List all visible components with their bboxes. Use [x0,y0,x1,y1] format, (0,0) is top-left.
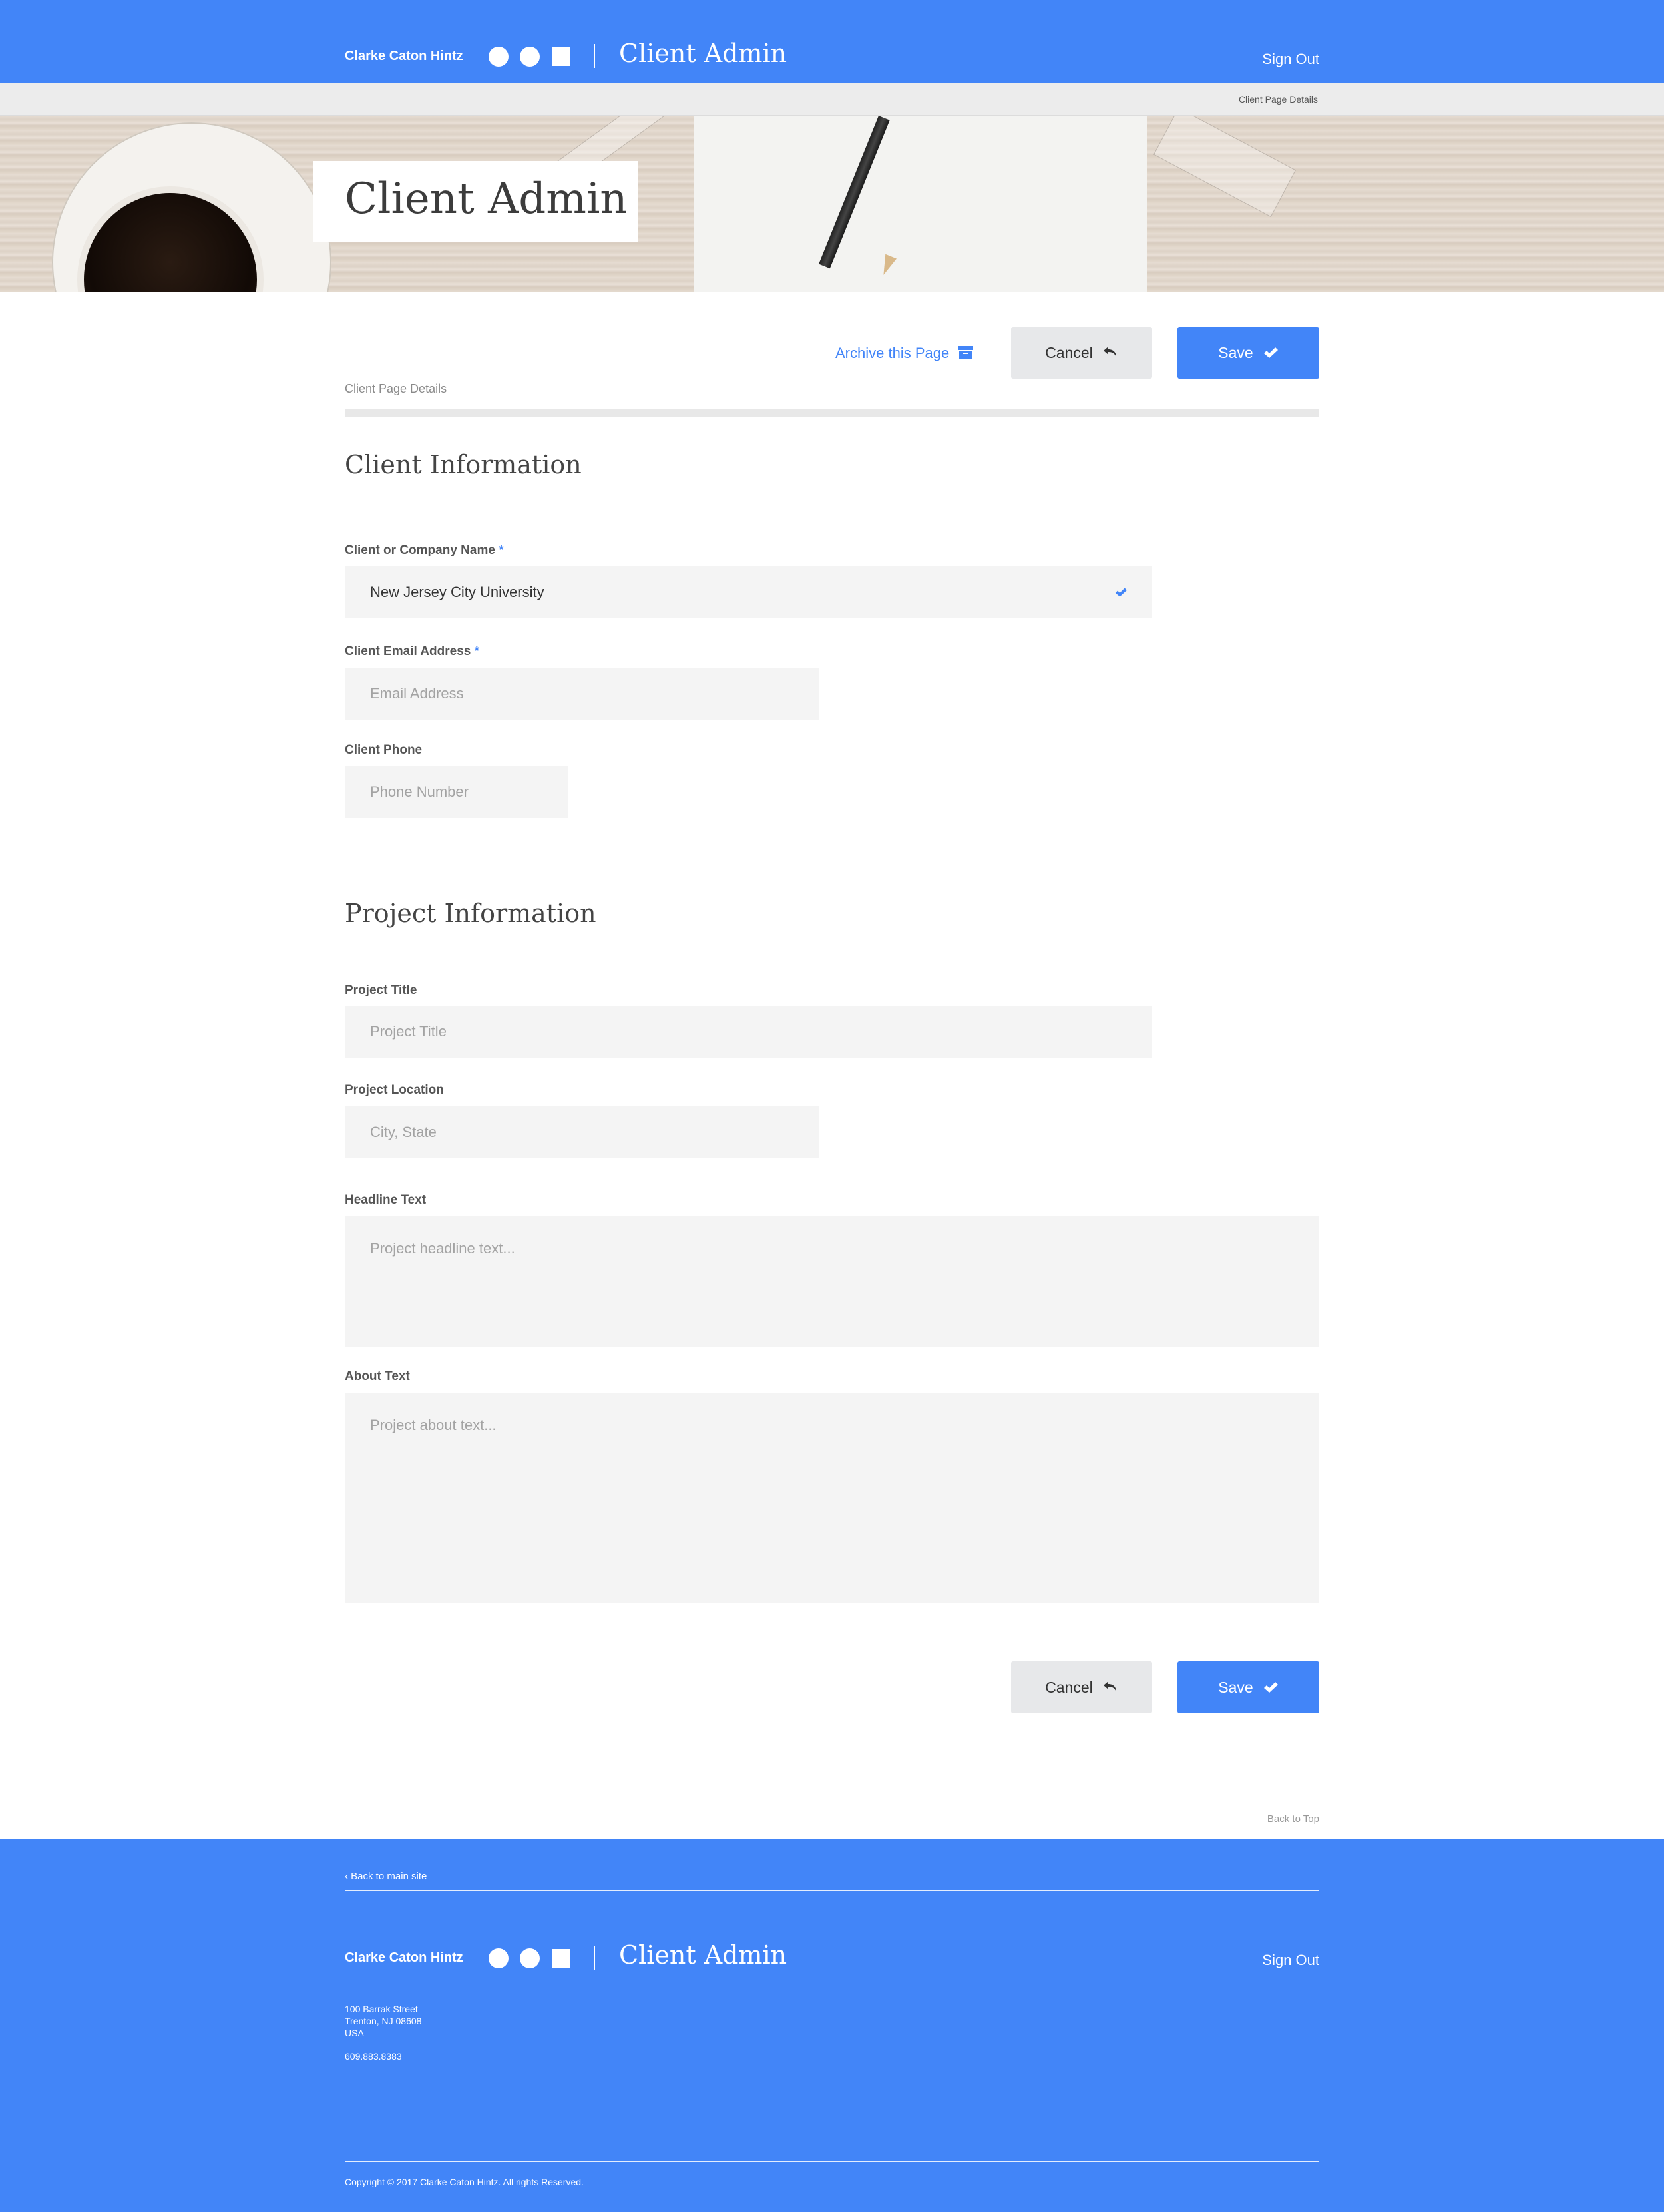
cancel-button[interactable]: Cancel [1011,327,1152,379]
logo-circle-icon [489,1948,509,1968]
phone-label: Client Phone [345,743,423,757]
hero-ruler-image [1153,116,1297,218]
footer-brand-name[interactable]: Clarke Caton Hintz [345,1950,463,1966]
about-text-area[interactable]: Project about text... [345,1393,1319,1603]
logo-square-icon [552,1949,570,1968]
headline-placeholder: Project headline text... [370,1240,515,1257]
brand-name[interactable]: Clarke Caton Hintz [345,49,463,64]
check-icon [1263,347,1278,358]
breadcrumb[interactable]: Client Page Details [1239,94,1318,105]
cancel-button-bottom[interactable]: Cancel [1011,1661,1152,1713]
email-placeholder: Email Address [370,685,464,702]
save-button-label: Save [1218,343,1253,361]
footer [0,1839,1664,2212]
valid-check-icon [1115,588,1127,597]
undo-icon [1103,1681,1116,1692]
project-location-placeholder: City, State [370,1124,437,1140]
company-name-value: New Jersey City University [370,584,544,600]
footer-logo-shapes[interactable] [489,1948,571,1970]
undo-icon [1103,347,1116,357]
logo-square-icon [552,47,570,66]
chevron-left-icon: ‹ [345,1871,351,1882]
copyright: Copyright © 2017 Clarke Caton Hintz. All… [345,2177,584,2187]
archive-icon[interactable] [958,346,973,359]
app-title: Client Admin [619,39,787,68]
page-title: Client Admin [345,174,628,224]
logo-shapes[interactable] [489,47,571,68]
phone-placeholder: Phone Number [370,783,469,800]
phone-field[interactable]: Phone Number [345,766,568,818]
project-title-placeholder: Project Title [370,1023,447,1040]
address-line: 100 Barrak Street [345,2004,418,2014]
project-title-field[interactable]: Project Title [345,1006,1152,1058]
footer-app-title: Client Admin [619,1940,787,1970]
headline-text-label: Headline Text [345,1193,427,1207]
back-to-top-link[interactable]: Back to Top [1267,1813,1319,1825]
section-divider [345,409,1319,417]
footer-sign-out-link[interactable]: Sign Out [1262,1952,1319,1969]
breadcrumb-bar: Client Page Details [0,83,1664,116]
check-icon [1263,1682,1278,1693]
footer-divider [345,2161,1319,2162]
address-line: USA [345,2028,364,2038]
hero-paper-image [694,116,1147,292]
save-button-label: Save [1218,1678,1253,1696]
headline-text-area[interactable]: Project headline text... [345,1216,1319,1347]
footer-divider [345,1890,1319,1891]
logo-circle-icon [520,1948,540,1968]
logo-circle-icon [520,47,540,67]
section-label: Client Page Details [345,382,447,395]
project-location-field[interactable]: City, State [345,1106,819,1158]
address-line: Trenton, NJ 08608 [345,2016,422,2026]
company-name-field[interactable]: New Jersey City University [345,566,1152,618]
client-info-heading: Client Information [345,450,582,479]
about-text-label: About Text [345,1369,410,1383]
email-label: Client Email Address * [345,644,480,658]
hero-banner [0,116,1664,292]
archive-page-link[interactable]: Archive this Page [835,345,949,362]
footer-title-separator [594,1946,595,1970]
email-field[interactable]: Email Address [345,668,819,720]
project-location-label: Project Location [345,1083,444,1097]
project-title-label: Project Title [345,983,417,997]
footer-phone[interactable]: 609.883.8383 [345,2050,402,2062]
back-to-main-site-link[interactable]: ‹ Back to main site [345,1871,427,1882]
title-separator [594,44,595,68]
save-button-bottom[interactable]: Save [1177,1661,1319,1713]
cancel-button-label: Cancel [1045,1678,1093,1696]
save-button[interactable]: Save [1177,327,1319,379]
cancel-button-label: Cancel [1045,343,1093,361]
top-bar [0,0,1664,83]
about-placeholder: Project about text... [370,1417,497,1433]
logo-circle-icon [489,47,509,67]
company-name-label: Client or Company Name * [345,543,504,557]
sign-out-link[interactable]: Sign Out [1262,51,1319,68]
project-info-heading: Project Information [345,899,596,928]
